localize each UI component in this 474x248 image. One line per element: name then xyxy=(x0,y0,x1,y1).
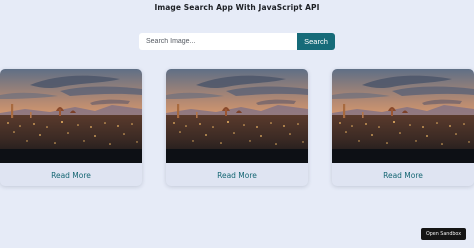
read-more-link[interactable]: Read More xyxy=(166,171,308,180)
search-form: Search xyxy=(139,33,335,50)
city-image[interactable] xyxy=(0,69,142,163)
image-card: Read More xyxy=(0,69,142,186)
open-sandbox-button[interactable]: Open Sandbox xyxy=(421,228,466,240)
search-button[interactable]: Search xyxy=(297,33,335,50)
page: Image Search App With JavaScript API Sea… xyxy=(0,0,474,248)
read-more-link[interactable]: Read More xyxy=(0,171,142,180)
image-card: Read More xyxy=(166,69,308,186)
search-input[interactable] xyxy=(139,33,297,50)
read-more-link[interactable]: Read More xyxy=(332,171,474,180)
image-card: Read More xyxy=(332,69,474,186)
city-image[interactable] xyxy=(166,69,308,163)
page-title: Image Search App With JavaScript API xyxy=(154,3,320,12)
city-image[interactable] xyxy=(332,69,474,163)
